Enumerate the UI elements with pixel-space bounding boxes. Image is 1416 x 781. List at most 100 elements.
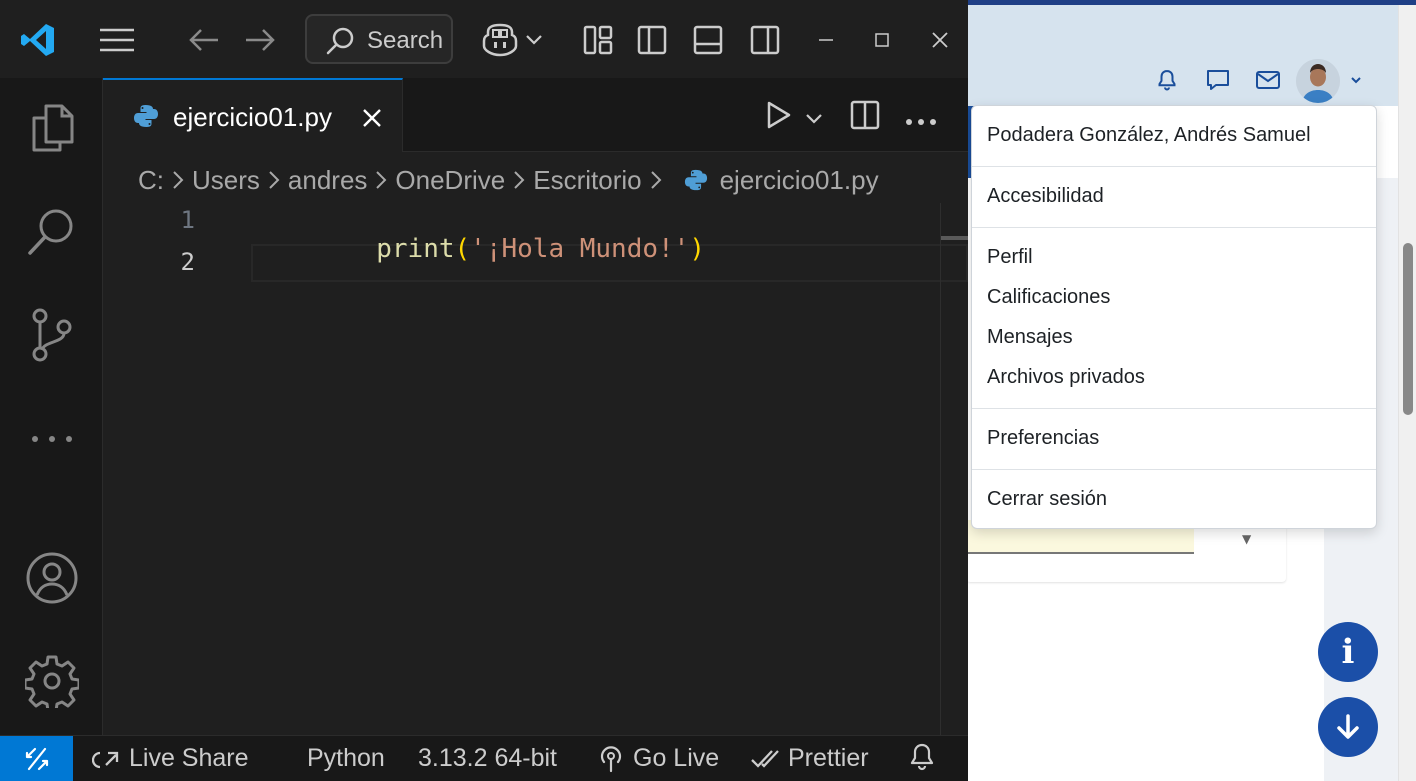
maximize-icon[interactable] — [868, 26, 896, 54]
chevron-right-icon — [172, 170, 184, 190]
breadcrumb-item[interactable]: andres — [288, 165, 368, 196]
breadcrumb: C: Users andres OneDrive Escritorio ejer… — [138, 162, 879, 198]
chevron-down-icon[interactable] — [1349, 72, 1363, 91]
minimap-slider[interactable] — [941, 236, 968, 240]
tab-strip: ejercicio01.py — [103, 78, 968, 152]
live-share-icon — [92, 751, 119, 768]
python-file-icon — [133, 103, 159, 133]
code-token-function: print — [376, 234, 455, 264]
python-file-icon — [684, 168, 708, 192]
broadcast-icon — [600, 745, 622, 772]
python-interpreter[interactable]: 3.13.2 64-bit — [418, 744, 557, 773]
menu-user-name: Podadera González, Andrés Samuel — [987, 124, 1311, 146]
language-mode[interactable]: Python — [307, 744, 385, 773]
forward-arrow-icon[interactable] — [240, 22, 280, 58]
search-view-icon[interactable] — [24, 204, 80, 260]
vscode-logo-icon — [18, 20, 58, 60]
chevron-right-icon — [268, 170, 280, 190]
minimap-border — [940, 203, 941, 735]
vscode-window: Search ejercicio01.py C: Users andres On… — [0, 0, 968, 781]
toggle-secondary-sidebar-icon[interactable] — [747, 22, 783, 58]
breadcrumb-item[interactable]: ejercicio01.py — [720, 165, 879, 196]
double-check-icon — [751, 749, 779, 768]
status-bar: Live Share Python 3.13.2 64-bit Go Live … — [0, 735, 968, 781]
mail-icon[interactable] — [1254, 66, 1282, 94]
gear-icon[interactable] — [24, 653, 80, 709]
line-number: 1 — [180, 206, 195, 234]
bell-icon[interactable] — [1153, 66, 1181, 94]
chat-icon[interactable] — [1204, 66, 1232, 94]
minimize-icon[interactable] — [812, 26, 840, 54]
interpreter-label: 3.13.2 64-bit — [418, 744, 557, 772]
menu-divider — [972, 469, 1376, 470]
more-actions-icon[interactable] — [905, 111, 937, 130]
notice-underline — [968, 552, 1194, 554]
toggle-primary-sidebar-icon[interactable] — [634, 22, 670, 58]
menu-divider — [972, 227, 1376, 228]
browser-scrollbar[interactable] — [1398, 5, 1416, 781]
breadcrumb-item[interactable]: Escritorio — [533, 165, 641, 196]
command-center-search[interactable]: Search — [305, 14, 453, 64]
info-button[interactable]: i — [1318, 622, 1378, 682]
run-options-chevron-down-icon[interactable] — [805, 110, 823, 129]
search-label: Search — [367, 27, 444, 54]
bell-icon — [910, 743, 934, 771]
menu-item-mensajes[interactable]: Mensajes — [987, 326, 1073, 349]
live-share-label: Live Share — [129, 744, 249, 772]
breadcrumb-item[interactable]: C: — [138, 165, 164, 196]
copilot-icon[interactable] — [478, 20, 522, 60]
code-token-bracket: ) — [689, 234, 705, 264]
tab-label: ejercicio01.py — [173, 102, 332, 132]
expand-triangle-icon[interactable]: ▼ — [1242, 532, 1251, 546]
tab-ejercicio01[interactable]: ejercicio01.py — [103, 78, 403, 152]
close-tab-icon[interactable] — [361, 107, 383, 133]
code-line-1[interactable]: print('¡Hola Mundo!') — [251, 204, 705, 294]
more-views-icon[interactable] — [24, 411, 80, 467]
back-arrow-icon[interactable] — [184, 22, 224, 58]
chevron-right-icon — [513, 170, 525, 190]
breadcrumb-item[interactable]: OneDrive — [395, 165, 505, 196]
prettier-label: Prettier — [788, 744, 869, 772]
arrow-down-icon — [1337, 714, 1359, 739]
menu-icon[interactable] — [96, 24, 138, 56]
close-window-icon[interactable] — [926, 26, 954, 54]
menu-item-preferencias[interactable]: Preferencias — [987, 427, 1099, 450]
desktop: ▼ i Podadera González, Andrés Samuel Acc… — [0, 0, 1416, 781]
remote-indicator[interactable] — [0, 736, 73, 781]
live-share-button[interactable]: Live Share — [92, 744, 249, 773]
search-icon — [325, 26, 355, 60]
menu-divider — [972, 408, 1376, 409]
language-label: Python — [307, 744, 385, 772]
breadcrumb-item[interactable]: Users — [192, 165, 260, 196]
chevron-right-icon — [650, 170, 662, 190]
activity-bar — [0, 78, 103, 735]
avatar[interactable] — [1296, 59, 1340, 103]
customize-layout-icon[interactable] — [580, 22, 616, 58]
line-number: 2 — [180, 248, 195, 276]
toggle-panel-icon[interactable] — [690, 22, 726, 58]
menu-item-calificaciones[interactable]: Calificaciones — [987, 286, 1110, 309]
menu-divider — [972, 166, 1376, 167]
menu-item-archivos-privados[interactable]: Archivos privados — [987, 366, 1145, 389]
menu-item-perfil[interactable]: Perfil — [987, 246, 1033, 269]
scroll-down-button[interactable] — [1318, 697, 1378, 757]
chevron-right-icon — [375, 170, 387, 190]
explorer-icon[interactable] — [24, 100, 80, 156]
notifications-button[interactable] — [908, 742, 936, 772]
editor-area: ejercicio01.py C: Users andres OneDrive … — [103, 78, 968, 735]
prettier-status[interactable]: Prettier — [750, 744, 869, 773]
user-menu: Podadera González, Andrés Samuel Accesib… — [971, 105, 1377, 529]
run-file-icon[interactable] — [765, 100, 793, 134]
source-control-icon[interactable] — [24, 307, 80, 363]
accounts-icon[interactable] — [24, 550, 80, 606]
menu-item-cerrar-sesion[interactable]: Cerrar sesión — [987, 488, 1107, 511]
copilot-chevron-down-icon[interactable] — [522, 28, 546, 52]
scrollbar-thumb[interactable] — [1403, 243, 1413, 415]
go-live-button[interactable]: Go Live — [597, 744, 719, 773]
split-editor-icon[interactable] — [849, 99, 881, 135]
go-live-label: Go Live — [633, 744, 720, 772]
info-icon: i — [1341, 632, 1355, 672]
code-token-string: '¡Hola Mundo!' — [470, 234, 690, 264]
code-token-bracket: ( — [454, 234, 471, 264]
menu-item-accesibilidad[interactable]: Accesibilidad — [987, 185, 1104, 208]
